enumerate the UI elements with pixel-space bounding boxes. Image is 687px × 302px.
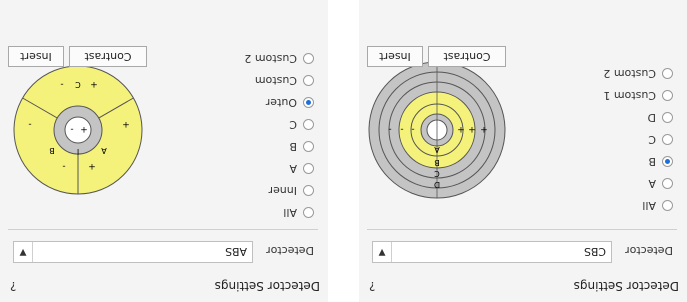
divider	[8, 229, 318, 230]
radio-option-custom-2[interactable]: Custom 2	[603, 63, 673, 85]
detector-settings-panel-abs: Detector Settings ? Detector ABS ▼ All I…	[0, 0, 328, 302]
sign-label: +	[457, 124, 465, 134]
radio-option-d[interactable]: D	[603, 107, 673, 129]
divider	[367, 229, 677, 230]
detector-settings-panel-cbs: Detector Settings ? Detector CBS ▼ All A…	[359, 0, 687, 302]
radio-button[interactable]	[303, 163, 314, 175]
contrast-button[interactable]: Contrast	[428, 46, 506, 67]
radio-label: All	[642, 199, 656, 213]
radio-label: C	[648, 133, 656, 147]
radio-button[interactable]	[662, 90, 673, 102]
radio-label: Custom 2	[603, 67, 656, 81]
radio-option-b[interactable]: B	[603, 151, 673, 173]
sign-label: +	[88, 161, 96, 171]
radio-option-a[interactable]: A	[244, 158, 314, 180]
segment-label-a: A	[101, 146, 107, 155]
radio-label: A	[289, 162, 297, 176]
sign-label: -	[60, 79, 63, 89]
detector-row: Detector CBS ▼	[359, 236, 687, 266]
chevron-down-icon[interactable]: ▼	[373, 242, 392, 262]
radio-button[interactable]	[662, 178, 673, 190]
radio-option-a[interactable]: A	[603, 173, 673, 195]
radio-label: C	[289, 118, 297, 132]
sign-label: -	[70, 124, 73, 134]
panel-header: Detector Settings ?	[0, 272, 328, 302]
detector-select[interactable]: CBS ▼	[372, 241, 612, 263]
radio-button[interactable]	[662, 68, 673, 80]
sign-label: +	[122, 119, 130, 129]
sign-label: -	[411, 124, 414, 134]
sign-label: +	[80, 124, 88, 134]
radio-option-c[interactable]: C	[244, 114, 314, 136]
detector-label: Detector	[266, 244, 314, 257]
insert-button[interactable]: Insert	[367, 46, 423, 67]
radio-button[interactable]	[303, 53, 314, 65]
insert-button[interactable]: Insert	[8, 46, 64, 67]
screen: Detector Settings ? Detector CBS ▼ All A…	[0, 0, 687, 302]
radio-option-outer[interactable]: Outer	[244, 92, 314, 114]
panel-title: Detector Settings	[214, 279, 320, 293]
radio-button-selected[interactable]	[662, 156, 673, 168]
detector-select-value: CBS	[583, 245, 606, 258]
detector-select-value: ABS	[225, 245, 247, 258]
radio-option-b[interactable]: B	[244, 136, 314, 158]
detector-select[interactable]: ABS ▼	[13, 241, 253, 263]
sign-label: +	[468, 124, 476, 134]
detector-label: Detector	[625, 244, 673, 257]
segment-label-b: B	[49, 146, 55, 155]
radio-button[interactable]	[662, 200, 673, 212]
radio-option-custom[interactable]: Custom	[244, 70, 314, 92]
chevron-down-icon[interactable]: ▼	[14, 242, 33, 262]
segment-label-b: B	[434, 158, 440, 167]
abs-segment-diagram[interactable]: I A B C + - + - + - + -	[8, 60, 148, 200]
radio-option-custom-2[interactable]: Custom 2	[244, 48, 314, 70]
radio-label: Custom 1	[603, 89, 656, 103]
radio-label: Custom	[254, 74, 297, 88]
radio-button[interactable]	[303, 119, 314, 131]
sign-label: -	[400, 124, 403, 134]
segment-radio-group: All A B C D Custom 1 Custom 2	[603, 63, 673, 217]
sign-label: -	[28, 119, 31, 129]
sign-label: -	[388, 124, 391, 134]
panel-title: Detector Settings	[573, 279, 679, 293]
radio-label: A	[648, 177, 656, 191]
radio-button[interactable]	[303, 207, 314, 219]
panel-header: Detector Settings ?	[359, 272, 687, 302]
sign-label: +	[90, 79, 98, 89]
radio-button[interactable]	[662, 134, 673, 146]
radio-button[interactable]	[303, 141, 314, 153]
detector-row: Detector ABS ▼	[0, 236, 328, 266]
radio-option-all[interactable]: All	[603, 195, 673, 217]
radio-option-custom-1[interactable]: Custom 1	[603, 85, 673, 107]
radio-label: Inner	[268, 184, 297, 198]
help-icon[interactable]: ?	[10, 279, 16, 293]
radio-option-inner[interactable]: Inner	[244, 180, 314, 202]
radio-label: All	[283, 206, 297, 220]
radio-label: Custom 2	[244, 52, 297, 66]
sign-label: -	[62, 161, 65, 171]
help-icon[interactable]: ?	[369, 279, 375, 293]
radio-label: D	[647, 111, 656, 125]
segment-radio-group: All Inner A B C Outer Custom Custom 2	[244, 48, 314, 224]
radio-label: Outer	[265, 96, 297, 110]
segment-label-c: C	[434, 169, 440, 178]
radio-button-selected[interactable]	[303, 97, 314, 109]
radio-option-c[interactable]: C	[603, 129, 673, 151]
radio-button[interactable]	[303, 185, 314, 197]
segment-label-d: D	[434, 180, 440, 189]
contrast-button[interactable]: Contrast	[69, 46, 147, 67]
radio-label: B	[648, 155, 656, 169]
radio-button[interactable]	[662, 112, 673, 124]
segment-label-c: C	[75, 80, 81, 89]
cbs-segment-diagram[interactable]: A B C D + + + - - -	[367, 60, 507, 200]
segment-label-inner: I	[77, 147, 79, 156]
segment-label-a: A	[434, 145, 440, 154]
radio-button[interactable]	[303, 75, 314, 87]
radio-option-all[interactable]: All	[244, 202, 314, 224]
sign-label: +	[480, 124, 488, 134]
radio-label: B	[289, 140, 297, 154]
